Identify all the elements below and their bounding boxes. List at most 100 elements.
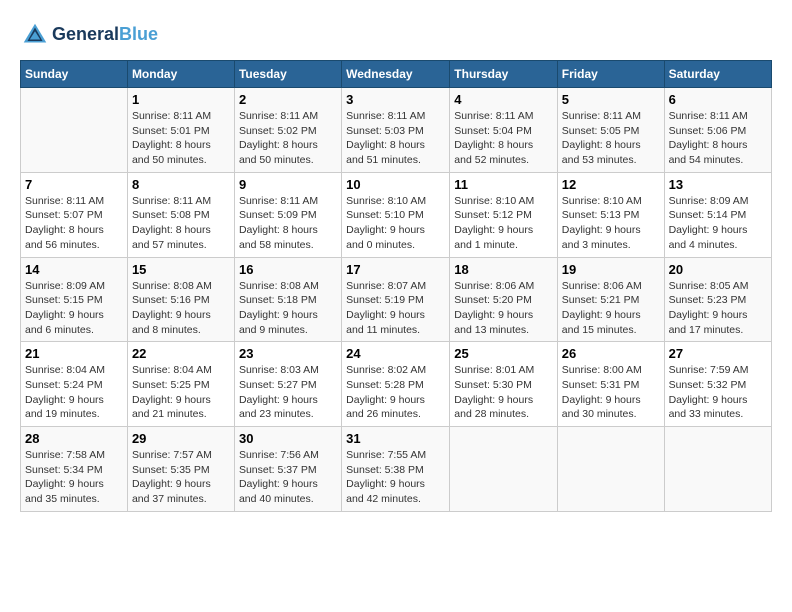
day-number: 14 [25, 262, 123, 277]
header-cell-saturday: Saturday [664, 61, 771, 88]
day-cell: 7 Sunrise: 8:11 AMSunset: 5:07 PMDayligh… [21, 172, 128, 257]
logo-text: GeneralBlue [52, 25, 158, 45]
day-info: Sunrise: 8:06 AMSunset: 5:21 PMDaylight:… [562, 279, 660, 338]
day-info: Sunrise: 8:09 AMSunset: 5:14 PMDaylight:… [669, 194, 767, 253]
logo-icon [20, 20, 50, 50]
day-cell: 15 Sunrise: 8:08 AMSunset: 5:16 PMDaylig… [127, 257, 234, 342]
calendar-header: SundayMondayTuesdayWednesdayThursdayFrid… [21, 61, 772, 88]
day-info: Sunrise: 7:56 AMSunset: 5:37 PMDaylight:… [239, 448, 337, 507]
day-cell [450, 427, 558, 512]
day-cell: 23 Sunrise: 8:03 AMSunset: 5:27 PMDaylig… [234, 342, 341, 427]
day-info: Sunrise: 8:11 AMSunset: 5:08 PMDaylight:… [132, 194, 230, 253]
calendar-body: 1 Sunrise: 8:11 AMSunset: 5:01 PMDayligh… [21, 88, 772, 512]
week-row-5: 28 Sunrise: 7:58 AMSunset: 5:34 PMDaylig… [21, 427, 772, 512]
day-info: Sunrise: 8:11 AMSunset: 5:06 PMDaylight:… [669, 109, 767, 168]
day-cell: 31 Sunrise: 7:55 AMSunset: 5:38 PMDaylig… [342, 427, 450, 512]
day-info: Sunrise: 8:07 AMSunset: 5:19 PMDaylight:… [346, 279, 445, 338]
day-info: Sunrise: 8:05 AMSunset: 5:23 PMDaylight:… [669, 279, 767, 338]
day-info: Sunrise: 8:04 AMSunset: 5:25 PMDaylight:… [132, 363, 230, 422]
day-number: 11 [454, 177, 553, 192]
day-number: 22 [132, 346, 230, 361]
day-cell: 17 Sunrise: 8:07 AMSunset: 5:19 PMDaylig… [342, 257, 450, 342]
day-cell: 13 Sunrise: 8:09 AMSunset: 5:14 PMDaylig… [664, 172, 771, 257]
day-info: Sunrise: 8:06 AMSunset: 5:20 PMDaylight:… [454, 279, 553, 338]
day-number: 17 [346, 262, 445, 277]
day-cell: 30 Sunrise: 7:56 AMSunset: 5:37 PMDaylig… [234, 427, 341, 512]
page-header: GeneralBlue [20, 20, 772, 50]
day-cell: 9 Sunrise: 8:11 AMSunset: 5:09 PMDayligh… [234, 172, 341, 257]
day-number: 3 [346, 92, 445, 107]
day-info: Sunrise: 8:11 AMSunset: 5:01 PMDaylight:… [132, 109, 230, 168]
day-cell: 6 Sunrise: 8:11 AMSunset: 5:06 PMDayligh… [664, 88, 771, 173]
day-number: 13 [669, 177, 767, 192]
day-number: 7 [25, 177, 123, 192]
week-row-3: 14 Sunrise: 8:09 AMSunset: 5:15 PMDaylig… [21, 257, 772, 342]
day-number: 1 [132, 92, 230, 107]
day-number: 5 [562, 92, 660, 107]
day-cell: 4 Sunrise: 8:11 AMSunset: 5:04 PMDayligh… [450, 88, 558, 173]
day-cell: 14 Sunrise: 8:09 AMSunset: 5:15 PMDaylig… [21, 257, 128, 342]
logo: GeneralBlue [20, 20, 158, 50]
day-number: 10 [346, 177, 445, 192]
day-info: Sunrise: 8:08 AMSunset: 5:18 PMDaylight:… [239, 279, 337, 338]
header-cell-monday: Monday [127, 61, 234, 88]
day-number: 20 [669, 262, 767, 277]
day-cell: 24 Sunrise: 8:02 AMSunset: 5:28 PMDaylig… [342, 342, 450, 427]
day-number: 15 [132, 262, 230, 277]
day-cell: 16 Sunrise: 8:08 AMSunset: 5:18 PMDaylig… [234, 257, 341, 342]
day-cell: 19 Sunrise: 8:06 AMSunset: 5:21 PMDaylig… [557, 257, 664, 342]
day-cell: 26 Sunrise: 8:00 AMSunset: 5:31 PMDaylig… [557, 342, 664, 427]
day-info: Sunrise: 8:00 AMSunset: 5:31 PMDaylight:… [562, 363, 660, 422]
day-info: Sunrise: 8:03 AMSunset: 5:27 PMDaylight:… [239, 363, 337, 422]
day-cell: 22 Sunrise: 8:04 AMSunset: 5:25 PMDaylig… [127, 342, 234, 427]
day-cell: 29 Sunrise: 7:57 AMSunset: 5:35 PMDaylig… [127, 427, 234, 512]
day-info: Sunrise: 7:59 AMSunset: 5:32 PMDaylight:… [669, 363, 767, 422]
day-number: 16 [239, 262, 337, 277]
header-cell-friday: Friday [557, 61, 664, 88]
day-cell: 10 Sunrise: 8:10 AMSunset: 5:10 PMDaylig… [342, 172, 450, 257]
day-info: Sunrise: 8:10 AMSunset: 5:12 PMDaylight:… [454, 194, 553, 253]
day-number: 29 [132, 431, 230, 446]
day-info: Sunrise: 8:11 AMSunset: 5:07 PMDaylight:… [25, 194, 123, 253]
day-number: 18 [454, 262, 553, 277]
day-info: Sunrise: 8:11 AMSunset: 5:02 PMDaylight:… [239, 109, 337, 168]
day-info: Sunrise: 7:55 AMSunset: 5:38 PMDaylight:… [346, 448, 445, 507]
header-cell-thursday: Thursday [450, 61, 558, 88]
week-row-1: 1 Sunrise: 8:11 AMSunset: 5:01 PMDayligh… [21, 88, 772, 173]
day-number: 25 [454, 346, 553, 361]
day-info: Sunrise: 8:11 AMSunset: 5:09 PMDaylight:… [239, 194, 337, 253]
day-number: 26 [562, 346, 660, 361]
day-info: Sunrise: 8:10 AMSunset: 5:13 PMDaylight:… [562, 194, 660, 253]
day-cell: 18 Sunrise: 8:06 AMSunset: 5:20 PMDaylig… [450, 257, 558, 342]
day-number: 19 [562, 262, 660, 277]
day-info: Sunrise: 8:04 AMSunset: 5:24 PMDaylight:… [25, 363, 123, 422]
day-cell: 28 Sunrise: 7:58 AMSunset: 5:34 PMDaylig… [21, 427, 128, 512]
day-info: Sunrise: 8:09 AMSunset: 5:15 PMDaylight:… [25, 279, 123, 338]
day-cell [21, 88, 128, 173]
day-number: 6 [669, 92, 767, 107]
day-cell: 3 Sunrise: 8:11 AMSunset: 5:03 PMDayligh… [342, 88, 450, 173]
day-info: Sunrise: 8:08 AMSunset: 5:16 PMDaylight:… [132, 279, 230, 338]
day-number: 28 [25, 431, 123, 446]
day-cell: 21 Sunrise: 8:04 AMSunset: 5:24 PMDaylig… [21, 342, 128, 427]
day-number: 2 [239, 92, 337, 107]
day-number: 31 [346, 431, 445, 446]
week-row-2: 7 Sunrise: 8:11 AMSunset: 5:07 PMDayligh… [21, 172, 772, 257]
day-number: 8 [132, 177, 230, 192]
day-cell [557, 427, 664, 512]
day-number: 9 [239, 177, 337, 192]
day-info: Sunrise: 8:10 AMSunset: 5:10 PMDaylight:… [346, 194, 445, 253]
day-number: 21 [25, 346, 123, 361]
day-cell: 2 Sunrise: 8:11 AMSunset: 5:02 PMDayligh… [234, 88, 341, 173]
day-cell: 12 Sunrise: 8:10 AMSunset: 5:13 PMDaylig… [557, 172, 664, 257]
day-number: 24 [346, 346, 445, 361]
day-number: 12 [562, 177, 660, 192]
day-cell: 20 Sunrise: 8:05 AMSunset: 5:23 PMDaylig… [664, 257, 771, 342]
day-info: Sunrise: 8:11 AMSunset: 5:03 PMDaylight:… [346, 109, 445, 168]
day-info: Sunrise: 7:58 AMSunset: 5:34 PMDaylight:… [25, 448, 123, 507]
header-cell-sunday: Sunday [21, 61, 128, 88]
day-cell: 1 Sunrise: 8:11 AMSunset: 5:01 PMDayligh… [127, 88, 234, 173]
day-number: 4 [454, 92, 553, 107]
day-cell: 8 Sunrise: 8:11 AMSunset: 5:08 PMDayligh… [127, 172, 234, 257]
day-cell: 5 Sunrise: 8:11 AMSunset: 5:05 PMDayligh… [557, 88, 664, 173]
